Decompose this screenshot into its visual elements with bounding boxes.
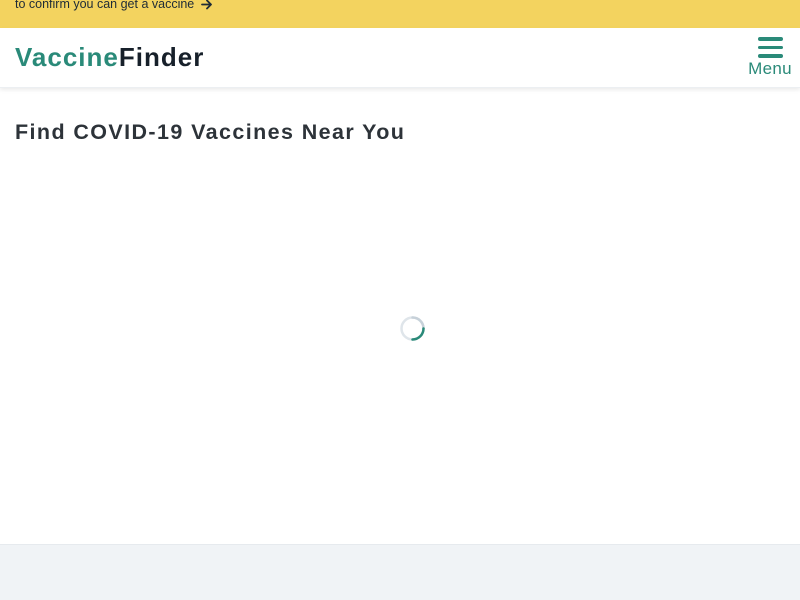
page-title: Find COVID-19 Vaccines Near You	[15, 120, 406, 144]
site-header: VaccineFinder Menu	[0, 28, 800, 88]
arrow-right-icon	[201, 0, 213, 10]
spinner-icon	[399, 315, 426, 342]
hamburger-icon	[757, 37, 783, 59]
menu-button[interactable]: Menu	[747, 35, 793, 85]
menu-label: Menu	[748, 59, 792, 78]
footer	[0, 544, 800, 600]
eligibility-link-text: to confirm you can get a vaccine	[15, 0, 195, 11]
main-content: Find COVID-19 Vaccines Near You	[0, 88, 800, 544]
eligibility-banner: to confirm you can get a vaccine	[0, 0, 800, 28]
eligibility-link[interactable]: to confirm you can get a vaccine	[15, 0, 213, 11]
logo-text-finder: Finder	[118, 42, 205, 72]
site-logo[interactable]: VaccineFinder	[15, 41, 204, 73]
logo-text-vaccine: Vaccine	[15, 42, 119, 72]
page: to confirm you can get a vaccine Vaccine…	[0, 0, 800, 600]
